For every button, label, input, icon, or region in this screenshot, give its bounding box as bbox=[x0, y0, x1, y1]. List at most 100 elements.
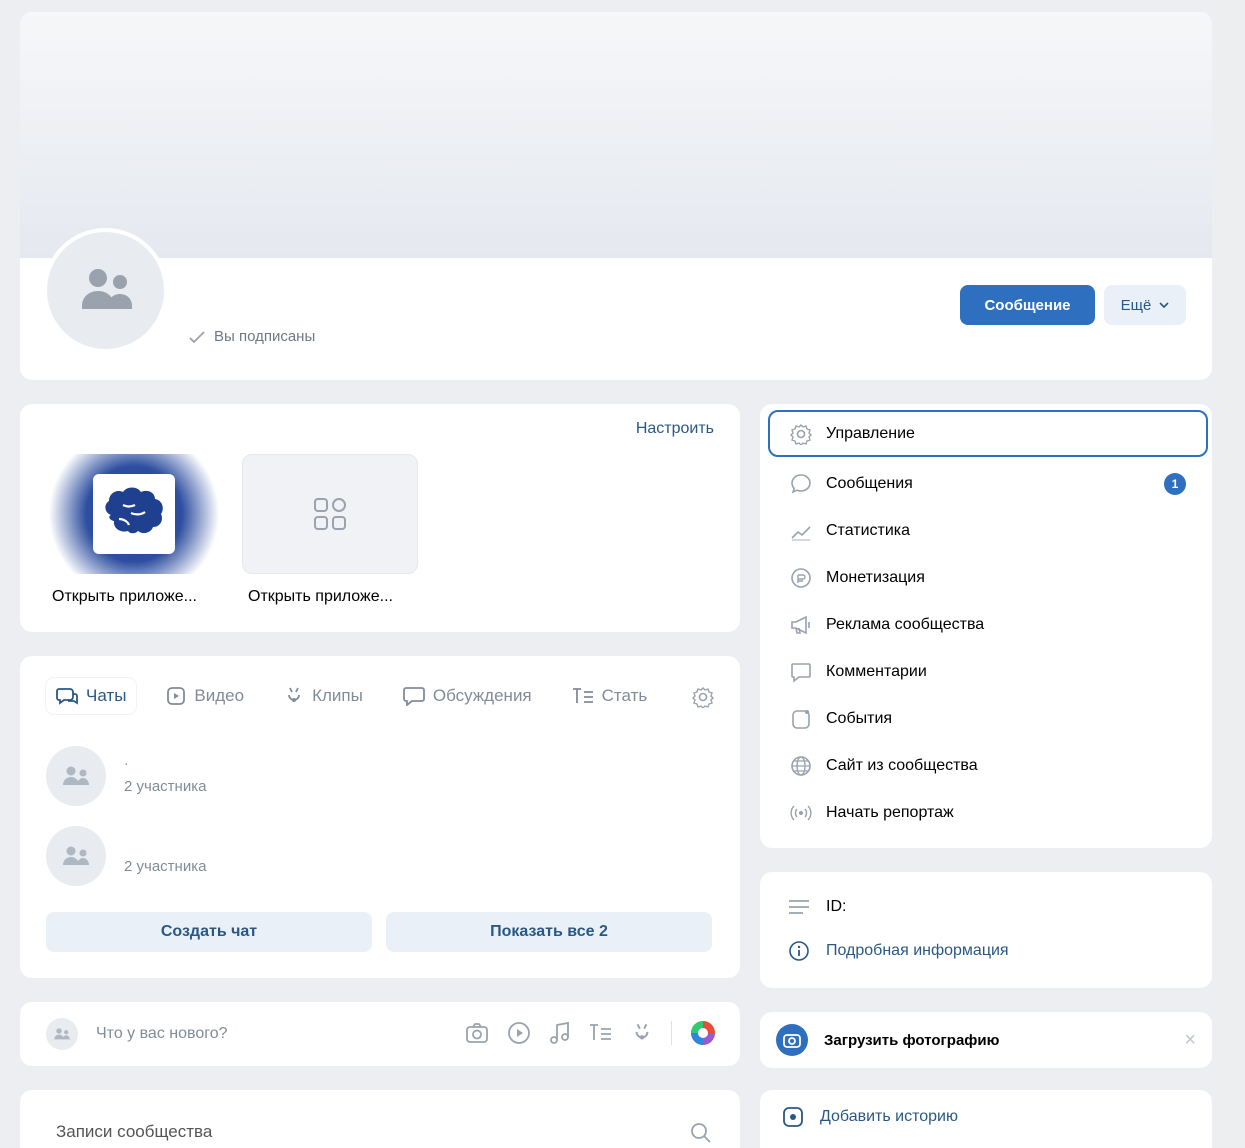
subscription-status[interactable]: Вы подписаны bbox=[188, 328, 315, 345]
chat-avatar bbox=[46, 746, 106, 806]
divider bbox=[671, 1021, 672, 1045]
menu-item-label: Управление bbox=[826, 424, 915, 442]
menu-item-messages[interactable]: Сообщения 1 bbox=[768, 460, 1208, 507]
apps-card: Настроить Открыть приложе... Открыть при… bbox=[20, 404, 740, 632]
upload-photo-label: Загрузить фотографию bbox=[824, 1031, 1000, 1049]
tab-chats[interactable]: Чаты bbox=[46, 678, 137, 714]
ai-color-icon[interactable] bbox=[690, 1020, 716, 1046]
menu-item-label: Сайт из сообщества bbox=[826, 756, 978, 774]
create-chat-button[interactable]: Создать чат bbox=[46, 912, 372, 952]
search-icon[interactable] bbox=[690, 1122, 712, 1144]
chat-title: · bbox=[124, 754, 129, 771]
menu-item-label: Сообщения bbox=[826, 474, 913, 492]
tab-chats-label: Чаты bbox=[86, 686, 127, 705]
menu-item-label: Статистика bbox=[826, 521, 911, 539]
menu-item-statistics[interactable]: Статистика bbox=[768, 507, 1208, 554]
details-link[interactable]: Подробная информация bbox=[788, 940, 1009, 962]
menu-item-label: События bbox=[826, 709, 893, 727]
more-label: Ещё bbox=[1120, 296, 1152, 314]
chat-members: 2 участника bbox=[124, 777, 207, 795]
megaphone-icon bbox=[790, 614, 812, 636]
cover-image bbox=[20, 12, 1212, 287]
tab-articles[interactable]: Стать bbox=[562, 678, 658, 714]
tab-clips-label: Клипы bbox=[312, 686, 363, 705]
globe-icon bbox=[790, 755, 812, 777]
menu-item-label: Начать репортаж bbox=[826, 803, 954, 821]
close-icon[interactable]: × bbox=[1184, 1030, 1196, 1050]
tab-discussions-label: Обсуждения bbox=[432, 686, 532, 705]
menu-item-label: Комментарии bbox=[826, 662, 927, 680]
info-card: ID: Подробная информация bbox=[760, 872, 1212, 988]
gear-icon[interactable] bbox=[692, 686, 714, 708]
menu-item-label: Монетизация bbox=[826, 568, 925, 586]
music-icon[interactable] bbox=[549, 1021, 571, 1045]
tab-video-label: Видео bbox=[194, 686, 245, 705]
tab-articles-label: Стать bbox=[601, 686, 648, 705]
brain-icon bbox=[93, 474, 175, 554]
chat-avatar bbox=[46, 826, 106, 886]
lines-icon bbox=[789, 900, 809, 914]
community-avatar[interactable] bbox=[43, 228, 168, 353]
app-tile-1[interactable] bbox=[46, 454, 222, 574]
event-icon bbox=[790, 708, 812, 730]
composer-avatar bbox=[46, 1018, 78, 1050]
camera-icon[interactable] bbox=[465, 1022, 489, 1044]
clips-icon bbox=[288, 687, 300, 702]
menu-item-advertising[interactable]: Реклама сообщества bbox=[768, 601, 1208, 648]
upload-photo-card[interactable]: Загрузить фотографию × bbox=[760, 1012, 1212, 1068]
post-composer[interactable]: Что у вас нового? bbox=[20, 1002, 740, 1066]
chat-title bbox=[124, 838, 206, 850]
chats-card: Чаты Видео Клипы Обсуждения Стать · 2 уч… bbox=[20, 656, 740, 978]
users-icon bbox=[81, 268, 132, 309]
check-icon bbox=[189, 330, 205, 343]
article-icon[interactable] bbox=[589, 1023, 613, 1043]
info-icon bbox=[789, 941, 809, 961]
composer-input[interactable]: Что у вас нового? bbox=[96, 1025, 228, 1043]
clips-icon[interactable] bbox=[631, 1021, 653, 1045]
users-icon bbox=[63, 766, 89, 785]
tab-discussions[interactable]: Обсуждения bbox=[393, 678, 542, 714]
message-icon bbox=[790, 473, 812, 495]
app-label-2[interactable]: Открыть приложе... bbox=[248, 588, 393, 606]
apps-grid-icon bbox=[314, 498, 346, 530]
users-icon bbox=[54, 1028, 70, 1040]
menu-item-comments[interactable]: Комментарии bbox=[768, 648, 1208, 695]
add-story-link[interactable]: Добавить историю bbox=[782, 1106, 958, 1128]
configure-link[interactable]: Настроить bbox=[636, 420, 714, 438]
menu-item-monetization[interactable]: Монетизация bbox=[768, 554, 1208, 601]
app-label-1[interactable]: Открыть приложе... bbox=[52, 588, 197, 606]
video-icon[interactable] bbox=[507, 1021, 531, 1045]
gear-icon bbox=[790, 423, 812, 445]
chat-members: 2 участника bbox=[124, 857, 207, 875]
chevron-down-icon bbox=[1159, 302, 1169, 308]
message-button[interactable]: Сообщение bbox=[960, 285, 1095, 325]
video-icon bbox=[167, 687, 186, 705]
tab-clips[interactable]: Клипы bbox=[274, 678, 373, 714]
menu-item-broadcast[interactable]: Начать репортаж bbox=[768, 789, 1208, 836]
id-label: ID: bbox=[826, 898, 847, 915]
upload-photo-row[interactable]: Загрузить фотографию bbox=[776, 1024, 999, 1056]
unread-badge: 1 bbox=[1164, 472, 1186, 495]
show-all-chats-button[interactable]: Показать все 2 bbox=[386, 912, 712, 952]
story-icon bbox=[783, 1107, 803, 1127]
articles-icon bbox=[572, 688, 593, 703]
subscribed-label: Вы подписаны bbox=[214, 328, 316, 345]
discussion-icon bbox=[402, 687, 425, 706]
details-label: Подробная информация bbox=[826, 942, 1009, 959]
id-row: ID: bbox=[788, 898, 846, 916]
add-story-label: Добавить историю bbox=[820, 1108, 958, 1125]
tab-video[interactable]: Видео bbox=[156, 678, 254, 714]
menu-item-website[interactable]: Сайт из сообщества bbox=[768, 742, 1208, 789]
menu-item-management[interactable]: Управление bbox=[768, 410, 1208, 457]
community-menu: Управление Сообщения 1 Статистика Монети… bbox=[760, 404, 1212, 848]
menu-item-events[interactable]: События bbox=[768, 695, 1208, 742]
more-button[interactable]: Ещё bbox=[1104, 285, 1186, 325]
app-tile-2[interactable] bbox=[242, 454, 418, 574]
chat-row[interactable]: · 2 участника bbox=[46, 746, 206, 806]
camera-icon bbox=[776, 1024, 808, 1056]
comment-icon bbox=[790, 661, 812, 683]
chat-icon bbox=[56, 688, 78, 705]
broadcast-icon bbox=[790, 802, 812, 824]
content-tabs: Чаты Видео Клипы Обсуждения Стать bbox=[46, 678, 657, 714]
chat-row[interactable]: 2 участника bbox=[46, 826, 206, 886]
